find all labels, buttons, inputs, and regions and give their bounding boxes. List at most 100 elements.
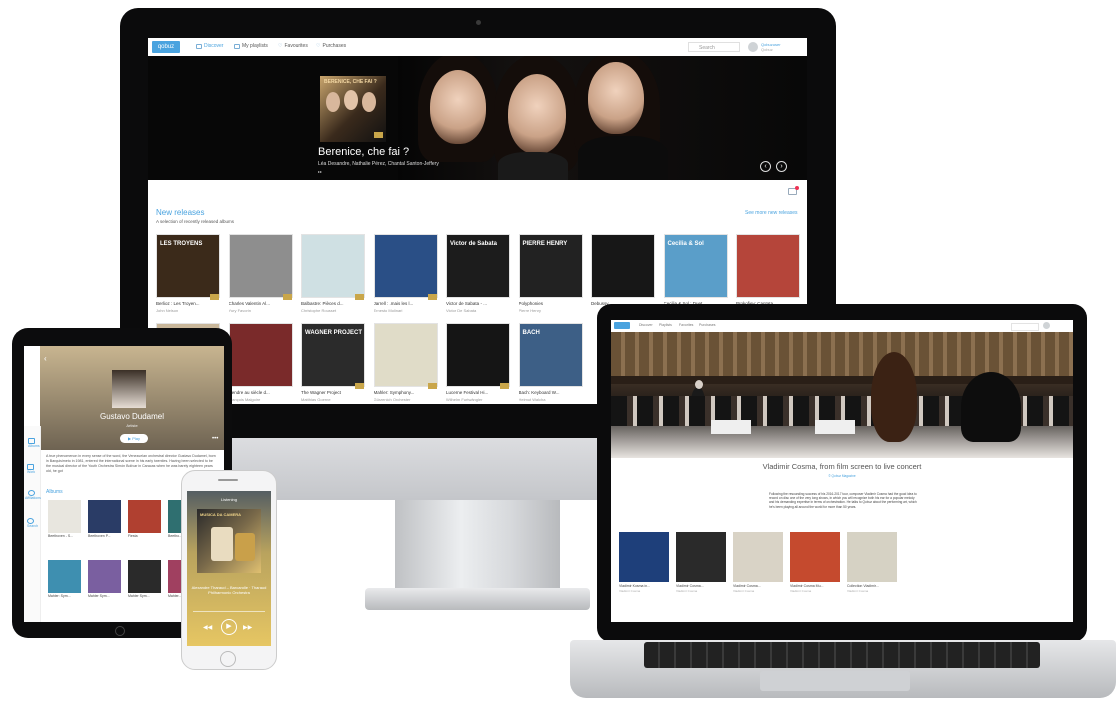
concert-hero[interactable] — [611, 332, 1073, 458]
album-title[interactable]: Vladimir Cosma... — [676, 584, 726, 588]
album-title[interactable]: Mahler: Symphony... — [374, 390, 438, 395]
album-artist[interactable]: Christophe Rousset — [301, 308, 365, 313]
album-title[interactable]: Victor de Sabata - ... — [446, 301, 510, 306]
album-cover[interactable] — [48, 560, 81, 593]
article-title[interactable]: Vladimir Cosma, from film screen to live… — [611, 462, 1073, 471]
laptop-nav-discover[interactable]: Discover — [639, 323, 653, 327]
sidebar-item-work[interactable]: Work — [27, 464, 35, 474]
album-cover[interactable] — [48, 500, 81, 533]
album-card[interactable]: Victor de Sabata Victor de Sabata - ... Vi… — [446, 234, 510, 313]
album-artist[interactable]: François Malgoire — [229, 397, 293, 402]
album-title[interactable]: Bach: Keyboard W... — [519, 390, 583, 395]
album-artist[interactable]: Gürzenich Orchester — [374, 397, 438, 402]
album-cover[interactable] — [228, 234, 293, 298]
album-card[interactable]: Debussy... — [591, 234, 655, 308]
album-cover[interactable] — [736, 234, 800, 298]
album-cover[interactable] — [88, 500, 121, 533]
album-artist[interactable]: Helmut Walcha — [519, 397, 583, 402]
album-title[interactable]: Vladimir Cosma Mu... — [790, 584, 840, 588]
album-card[interactable]: Collection Vladimir... Vladimir Cosma — [847, 532, 897, 593]
album-card[interactable]: Charles Valentin Al... Yury Favorin — [228, 234, 293, 313]
album-card[interactable]: Mahler Sym... — [128, 560, 161, 598]
see-more-link[interactable]: See more new releases — [745, 210, 798, 216]
album-title[interactable]: Vladimir Kosma in... — [619, 584, 669, 588]
album-cover[interactable] — [790, 532, 840, 582]
album-card[interactable]: Fiesta — [128, 500, 161, 538]
album-title[interactable]: Berlioz : Les Troyen... — [156, 301, 220, 306]
album-cover[interactable] — [446, 323, 510, 387]
album-card[interactable]: Balbastre: Pièces d... Christophe Rousset — [301, 234, 365, 313]
qobuz-logo[interactable]: qobuz — [152, 41, 180, 53]
album-card[interactable]: Vladimir Cosma... Vladimir Cosma — [733, 532, 783, 593]
qobuz-logo[interactable] — [614, 322, 630, 329]
album-cover[interactable]: Cecilia & Sol — [663, 234, 728, 298]
more-icon[interactable]: ••• — [212, 436, 218, 442]
previous-button[interactable]: ◀◀ — [203, 624, 212, 631]
album-card[interactable]: Prokofiev: Cantata... — [736, 234, 800, 308]
back-icon[interactable]: ‹ — [44, 354, 47, 363]
album-cover[interactable]: BACH — [518, 323, 583, 387]
next-button[interactable]: ▶▶ — [243, 624, 252, 631]
play-button[interactable]: ▶ — [221, 619, 237, 635]
album-card[interactable]: PIERRE HENRY Polyphonies Pierre Henry — [518, 234, 583, 313]
album-cover[interactable] — [128, 560, 161, 593]
album-artist[interactable]: Pierre Henry — [519, 308, 583, 313]
phone-home-button[interactable] — [220, 651, 236, 667]
avatar[interactable] — [748, 42, 758, 52]
next-slide-button[interactable]: › — [776, 161, 787, 172]
album-card[interactable]: LES TROYENS Berlioz : Les Troyen... John N… — [156, 234, 220, 313]
prev-slide-button[interactable]: ‹ — [760, 161, 771, 172]
nav-discover[interactable]: Discover — [196, 43, 223, 49]
search-input[interactable] — [1011, 323, 1039, 331]
laptop-nav-favorites[interactable]: Favorites — [679, 323, 693, 327]
album-cover[interactable] — [591, 234, 655, 298]
album-title[interactable]: Lucerne Festival Hi... — [446, 390, 510, 395]
album-card[interactable]: Beethoven P... — [88, 500, 121, 538]
album-card[interactable]: Vladimir Kosma in... Vladimir Cosma — [619, 532, 669, 593]
album-artist[interactable]: Ernesto Molinari — [374, 308, 438, 313]
album-cover[interactable] — [128, 500, 161, 533]
album-title[interactable]: Polyphonies — [519, 301, 583, 306]
album-cover[interactable] — [676, 532, 726, 582]
sidebar-item-search[interactable]: Search — [27, 518, 38, 528]
sidebar-item-affiliations[interactable]: Affiliations — [25, 490, 41, 500]
nav-my-playlists[interactable]: My playlists — [234, 43, 268, 49]
album-cover[interactable] — [373, 323, 438, 387]
user-name[interactable]: Qobuzuser Qobuz — [761, 42, 781, 52]
album-card[interactable]: Mahler: Symphony... Gürzenich Orchester — [373, 323, 438, 402]
progress-bar[interactable] — [193, 611, 265, 612]
album-cover[interactable]: LES TROYENS — [156, 234, 220, 298]
play-button[interactable]: ▶ Play — [120, 434, 148, 443]
album-card[interactable]: Jarrell : .mais les l... Ernesto Molinari — [373, 234, 438, 313]
album-cover[interactable] — [228, 323, 293, 387]
search-input[interactable]: Search — [688, 42, 740, 52]
album-cover[interactable] — [619, 532, 669, 582]
album-title[interactable]: Vladimir Cosma... — [733, 584, 783, 588]
album-card[interactable]: Lucerne Festival Hi... Wilhelm Furtwängle… — [446, 323, 510, 402]
album-card[interactable]: Vladimir Cosma Mu... Vladimir Cosma — [790, 532, 840, 593]
album-artist[interactable]: Wilhelm Furtwängler — [446, 397, 510, 402]
album-title[interactable]: The Wagner Project — [301, 390, 365, 395]
laptop-nav-purchases[interactable]: Purchases — [699, 323, 716, 327]
album-cover[interactable] — [847, 532, 897, 582]
album-cover[interactable] — [88, 560, 121, 593]
album-title[interactable]: Jarrell : .mais les l... — [374, 301, 438, 306]
album-cover[interactable]: Victor de Sabata — [446, 234, 510, 298]
album-title[interactable]: Charles Valentin Al... — [229, 301, 293, 306]
album-card[interactable]: BACH Bach: Keyboard W... Helmut Walcha — [518, 323, 583, 402]
album-card[interactable]: Cecilia & SolCecilia & Sol : Duet... — [663, 234, 728, 308]
album-artist[interactable]: Matthias Goerne — [301, 397, 365, 402]
album-artist[interactable]: John Nelson — [156, 308, 220, 313]
album-cover[interactable] — [733, 532, 783, 582]
album-artist[interactable]: Yury Favorin — [229, 308, 293, 313]
album-title[interactable]: Balbastre: Pièces d... — [301, 301, 365, 306]
hero-banner[interactable]: BERENICE, CHE FAI ? Berenice, che fai ? … — [148, 56, 807, 180]
nav-favourites[interactable]: ♡ Favourites — [278, 43, 308, 49]
album-cover[interactable] — [373, 234, 438, 298]
sidebar-item-albums[interactable]: Albums — [28, 438, 40, 448]
hero-album-cover[interactable]: BERENICE, CHE FAI ? — [320, 76, 386, 142]
album-cover[interactable]: WAGNER PROJECT — [301, 323, 365, 387]
album-artist[interactable]: Victor De Sabata — [446, 308, 510, 313]
hero-title[interactable]: Berenice, che fai ? — [318, 146, 409, 158]
nav-purchases[interactable]: ♡ Purchases — [316, 43, 346, 49]
